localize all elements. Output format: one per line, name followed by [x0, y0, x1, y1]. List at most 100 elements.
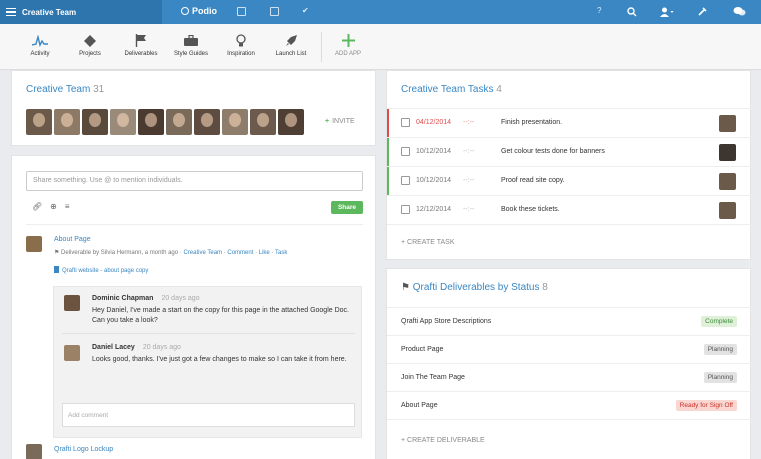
app-label: Activity — [30, 51, 50, 57]
lightbulb-icon — [236, 33, 246, 46]
podio-logo-icon — [181, 7, 189, 15]
invite-button[interactable]: + INVITE — [325, 118, 355, 125]
flag-icon: ⚑ — [54, 250, 62, 256]
create-task-button[interactable]: + CREATE TASK — [401, 239, 455, 246]
invite-label: INVITE — [332, 118, 355, 125]
author-name: Daniel Lacey — [92, 344, 135, 351]
separator: · — [223, 250, 226, 256]
deliverable-name: Qrafti App Store Descriptions — [401, 318, 492, 325]
avatar[interactable] — [222, 109, 248, 135]
avatar[interactable] — [278, 109, 304, 135]
separator: · — [255, 250, 258, 256]
app-projects[interactable]: Projects — [63, 33, 117, 57]
document-icon — [54, 266, 59, 273]
task-row[interactable]: 12/12/2014 --:-- Book these tickets. — [387, 195, 752, 224]
deliverable-row[interactable]: Join The Team Page Planning — [387, 363, 752, 391]
comment-author[interactable]: Daniel Lacey 20 days ago — [92, 344, 181, 351]
avatar[interactable] — [719, 144, 736, 161]
status-badge: Planning — [703, 344, 737, 355]
app-inspiration[interactable]: Inspiration — [214, 33, 268, 57]
share-input[interactable]: Share something. Use @ to mention indivi… — [26, 171, 363, 191]
list-icon[interactable]: ≡ — [65, 202, 70, 211]
task-text: Finish presentation. — [501, 119, 563, 126]
avatar[interactable] — [54, 109, 80, 135]
task-date: 10/12/2014 — [416, 177, 452, 184]
workspace-link[interactable]: Creative Team — [183, 250, 222, 256]
add-comment-input[interactable]: Add comment — [62, 403, 355, 427]
avatar[interactable] — [166, 109, 192, 135]
task-row[interactable]: 10/12/2014 --:-- Proof read site copy. — [387, 166, 752, 195]
globe-icon[interactable]: ⊕ — [50, 202, 57, 211]
panel-title[interactable]: Creative Team 31 — [26, 84, 104, 95]
tools-icon[interactable] — [697, 6, 708, 17]
panel-title[interactable]: ⚑ Qrafti Deliverables by Status 8 — [401, 282, 548, 293]
status-badge: Planning — [703, 372, 737, 383]
post-title[interactable]: Qrafti Logo Lockup — [54, 446, 113, 453]
avatar[interactable] — [194, 109, 220, 135]
avatar[interactable] — [110, 109, 136, 135]
avatar[interactable] — [719, 115, 736, 132]
like-link[interactable]: Like — [259, 250, 270, 256]
help-icon[interactable]: ? — [597, 6, 601, 15]
avatar[interactable] — [26, 109, 52, 135]
app-label: Deliverables — [124, 51, 158, 57]
task-row[interactable]: 04/12/2014 --:-- Finish presentation. — [387, 108, 752, 137]
avatar[interactable] — [82, 109, 108, 135]
rocket-icon — [285, 35, 297, 46]
deliverable-name: About Page — [401, 402, 438, 409]
app-launch-list[interactable]: Launch List — [264, 33, 318, 57]
deliverable-row[interactable]: About Page Ready for Sign Off — [387, 391, 752, 419]
avatar[interactable] — [64, 345, 80, 361]
avatar[interactable] — [26, 236, 42, 252]
search-icon[interactable] — [627, 7, 637, 17]
task-link[interactable]: Task — [275, 250, 287, 256]
avatar[interactable] — [719, 202, 736, 219]
tasks-check-icon[interactable]: ✔ — [302, 6, 309, 15]
comment-author[interactable]: Dominic Chapman 20 days ago — [92, 295, 200, 302]
activity-icon — [32, 34, 48, 47]
attached-doc-link[interactable]: Qrafti website - about page copy — [54, 266, 148, 274]
separator: · — [271, 250, 274, 256]
calendar-icon[interactable] — [237, 7, 246, 16]
podio-logo[interactable]: Podio — [181, 6, 217, 16]
task-checkbox[interactable] — [401, 118, 410, 127]
comment-text: Looks good, thanks. I've just got a few … — [92, 356, 347, 363]
hamburger-menu-icon[interactable] — [6, 6, 16, 19]
attach-icon[interactable]: 🔗︎ — [32, 202, 42, 211]
task-row[interactable]: 10/12/2014 --:-- Get colour tests done f… — [387, 137, 752, 166]
avatar[interactable] — [138, 109, 164, 135]
workspace-switcher[interactable]: Creative Team — [0, 0, 162, 24]
comment-text: Hey Daniel, I've made a start on the cop… — [92, 307, 349, 324]
app-activity[interactable]: Activity — [13, 33, 67, 57]
avatar[interactable] — [250, 109, 276, 135]
deliverables-title: Qrafti Deliverables by Status — [412, 282, 540, 293]
task-checkbox[interactable] — [401, 176, 410, 185]
doc-link-text: Qrafti website - about page copy — [62, 268, 149, 274]
task-checkbox[interactable] — [401, 147, 410, 156]
avatar[interactable] — [64, 295, 80, 311]
task-text: Book these tickets. — [501, 206, 560, 213]
app-style-guides[interactable]: Style Guides — [164, 33, 218, 57]
comment-link[interactable]: Comment — [227, 250, 253, 256]
deliverable-name: Product Page — [401, 346, 444, 353]
create-deliverable-button[interactable]: + CREATE DELIVERABLE — [401, 437, 485, 444]
inbox-icon[interactable] — [270, 7, 279, 16]
user-account-icon[interactable] — [660, 7, 674, 17]
workspace-name[interactable]: Creative Team — [22, 8, 76, 17]
panel-title[interactable]: Creative Team Tasks 4 — [401, 84, 502, 95]
comment-time: 20 days ago — [142, 344, 181, 351]
deliverable-row[interactable]: Qrafti App Store Descriptions Complete — [387, 307, 752, 335]
chat-icon[interactable] — [733, 6, 746, 17]
app-deliverables[interactable]: Deliverables — [114, 33, 168, 57]
task-checkbox[interactable] — [401, 205, 410, 214]
overdue-indicator — [387, 109, 389, 137]
task-time: --:-- — [463, 148, 475, 155]
divider — [387, 419, 752, 420]
diamond-icon — [84, 34, 96, 47]
share-button[interactable]: Share — [331, 201, 363, 214]
avatar[interactable] — [26, 444, 42, 459]
deliverable-row[interactable]: Product Page Planning — [387, 335, 752, 363]
avatar[interactable] — [719, 173, 736, 190]
add-app-button[interactable]: ADD APP — [321, 33, 375, 57]
post-title[interactable]: About Page — [54, 236, 91, 243]
